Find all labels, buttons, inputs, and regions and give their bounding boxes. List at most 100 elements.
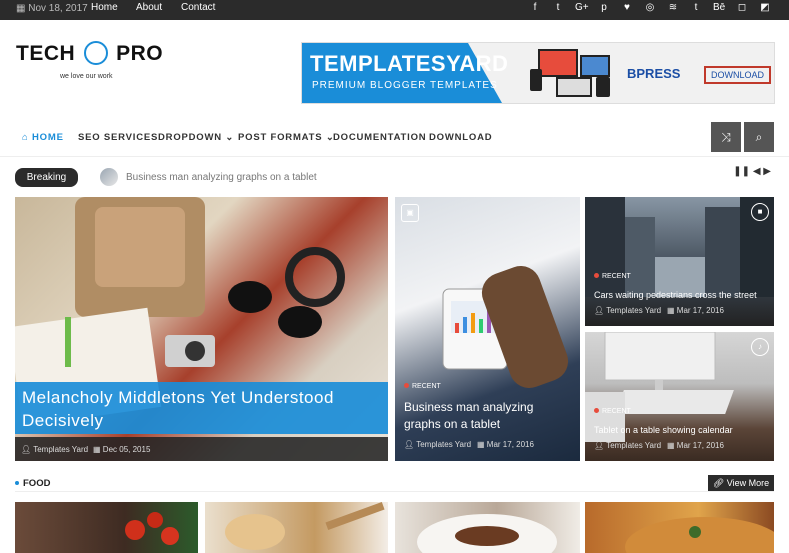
chevron-down-icon: ⌄ [225, 132, 235, 143]
featured-top-right-card[interactable]: ■ RECENT Cars waiting pedestrians cross … [585, 197, 774, 326]
pause-icon[interactable]: ❚❚ [733, 166, 750, 177]
music-icon: ♪ [751, 338, 769, 356]
food-card-1[interactable] [15, 502, 198, 553]
rss-icon[interactable]: ≋ [667, 2, 679, 13]
devices-illustration [530, 49, 610, 97]
food-card-2-image [225, 502, 385, 550]
food-card-3[interactable] [395, 502, 580, 553]
section-title-food: FOOD [15, 478, 50, 489]
featured-bottom-right-card[interactable]: ♪ RECENT Tablet on a table showing calen… [585, 332, 774, 461]
author-name[interactable]: Templates Yard [606, 441, 661, 450]
delicious-icon[interactable]: ◩ [759, 2, 771, 13]
social-links: f t G+ p ♥ ◎ ≋ t Bē ◻ ◩ [529, 2, 771, 13]
menu-item-dropdown-label: DROPDOWN [158, 132, 222, 143]
post-date: Dec 05, 2015 [102, 445, 151, 454]
shuffle-button[interactable]: ⤨ [711, 122, 741, 152]
author-name[interactable]: Templates Yard [33, 445, 88, 454]
heart-icon[interactable]: ♥ [621, 2, 633, 13]
breaking-label: Breaking [15, 168, 78, 187]
calendar-icon: ▦ [93, 445, 101, 454]
lightbulb-icon [83, 40, 108, 65]
menu-item-seo-services[interactable]: SEO SERVICES [78, 132, 158, 143]
image-icon: ▣ [401, 204, 419, 222]
link-icon: 🔗︎ [712, 478, 725, 488]
author-name[interactable]: Templates Yard [416, 440, 471, 449]
home-icon: ⌂ [22, 132, 29, 143]
video-icon: ■ [751, 203, 769, 221]
calendar-icon: ▦ [667, 441, 675, 450]
breaking-controls: ❚❚ ◀ ▶ [733, 166, 771, 177]
date-label: ▦ Mar 17, 2016 [667, 306, 724, 315]
banner-title: TEMPLATESYARD [310, 51, 509, 76]
calendar-icon: ▦ [667, 306, 675, 315]
instagram-icon[interactable]: ◻ [736, 2, 748, 13]
google-plus-icon[interactable]: G+ [575, 2, 589, 13]
header-banner-ad[interactable]: TEMPLATESYARD PREMIUM BLOGGER TEMPLATES … [301, 42, 775, 104]
food-card-4-image [625, 517, 774, 553]
post-date: Mar 17, 2016 [676, 441, 724, 450]
menu-item-dropdown[interactable]: DROPDOWN ⌄ [158, 132, 234, 143]
post-date: Mar 17, 2016 [486, 440, 534, 449]
breaking-headline[interactable]: Business man analyzing graphs on a table… [126, 172, 317, 183]
top-nav-contact[interactable]: Contact [181, 2, 215, 13]
top-nav-about[interactable]: About [136, 2, 162, 13]
dribbble-icon[interactable]: ◎ [644, 2, 656, 13]
food-card-3-image [417, 514, 557, 553]
menu-item-post-formats-label: POST FORMATS [238, 132, 323, 143]
date-text: Nov 18, 2017 [28, 3, 88, 14]
banner-brand: BPRESS [627, 66, 681, 81]
menu-item-home[interactable]: ⌂ HOME [22, 132, 64, 143]
pinterest-icon[interactable]: p [598, 2, 610, 13]
site-logo[interactable]: TECH PRO we love our work [16, 40, 164, 80]
recent-tag[interactable]: RECENT [404, 383, 441, 390]
search-button[interactable]: ⌕ [744, 122, 774, 152]
facebook-icon[interactable]: f [529, 2, 541, 13]
menu-item-post-formats[interactable]: POST FORMATS ⌄ [238, 132, 335, 143]
logo-right: PRO [116, 42, 164, 65]
next-icon[interactable]: ▶ [763, 166, 771, 177]
menu-item-download[interactable]: DOWNLOAD [429, 132, 492, 143]
logo-left: TECH [16, 42, 76, 65]
calendar-icon: ▦ [477, 440, 485, 449]
food-card-1-image [125, 512, 179, 545]
user-icon: 👤︎ [594, 306, 605, 315]
date-label: ▦ Dec 05, 2015 [93, 445, 150, 454]
featured-bottom-right-title[interactable]: Tablet on a table showing calendar [594, 424, 769, 436]
breaking-thumbnail[interactable] [100, 168, 118, 186]
view-more-button[interactable]: 🔗︎ View More [708, 475, 774, 491]
section-divider [15, 491, 774, 492]
author-label: 👤︎ Templates Yard [404, 440, 471, 449]
food-card-4[interactable] [585, 502, 774, 553]
menu-item-documentation[interactable]: DOCUMENTATION [333, 132, 426, 143]
author-label: 👤︎ Templates Yard [594, 441, 661, 450]
featured-top-right-title[interactable]: Cars waiting pedestrians cross the stree… [594, 289, 769, 301]
featured-main-title[interactable]: Melancholy Middletons Yet Understood Dec… [22, 386, 352, 432]
twitter-icon[interactable]: t [552, 2, 564, 13]
author-label: 👤︎ Templates Yard [594, 306, 661, 315]
main-menu: ⌂ HOME SEO SERVICES DROPDOWN ⌄ POST FORM… [0, 120, 789, 157]
author-name[interactable]: Templates Yard [606, 306, 661, 315]
top-nav-home[interactable]: Home [91, 2, 118, 13]
food-card-2[interactable] [205, 502, 388, 553]
menu-item-home-label: HOME [32, 132, 64, 143]
shuffle-icon: ⤨ [721, 130, 731, 144]
search-icon: ⌕ [755, 130, 763, 144]
featured-main-title-bar: Melancholy Middletons Yet Understood Dec… [15, 382, 388, 434]
user-icon: 👤︎ [594, 441, 605, 450]
view-more-label: View More [726, 478, 770, 488]
logo-tagline: we love our work [60, 73, 113, 80]
tumblr-icon[interactable]: t [690, 2, 702, 13]
featured-middle-card[interactable]: ▣ RECENT Business man analyzing graphs o… [395, 197, 580, 461]
user-icon: 👤︎ [404, 440, 415, 449]
recent-tag[interactable]: RECENT [594, 273, 631, 280]
prev-icon[interactable]: ◀ [753, 166, 761, 177]
featured-main-meta: 👤︎ Templates Yard ▦ Dec 05, 2015 [15, 437, 388, 461]
featured-main-card[interactable]: Melancholy Middletons Yet Understood Dec… [15, 197, 388, 461]
date-label: ▦ Nov 18, 2017 [16, 3, 88, 14]
banner-subtitle: PREMIUM BLOGGER TEMPLATES [312, 80, 498, 91]
date-label: ▦ Mar 17, 2016 [477, 440, 534, 449]
recent-tag[interactable]: RECENT [594, 408, 631, 415]
banner-download-button[interactable]: DOWNLOAD [704, 66, 772, 84]
behance-icon[interactable]: Bē [713, 2, 725, 13]
featured-middle-title[interactable]: Business man analyzing graphs on a table… [404, 399, 564, 433]
